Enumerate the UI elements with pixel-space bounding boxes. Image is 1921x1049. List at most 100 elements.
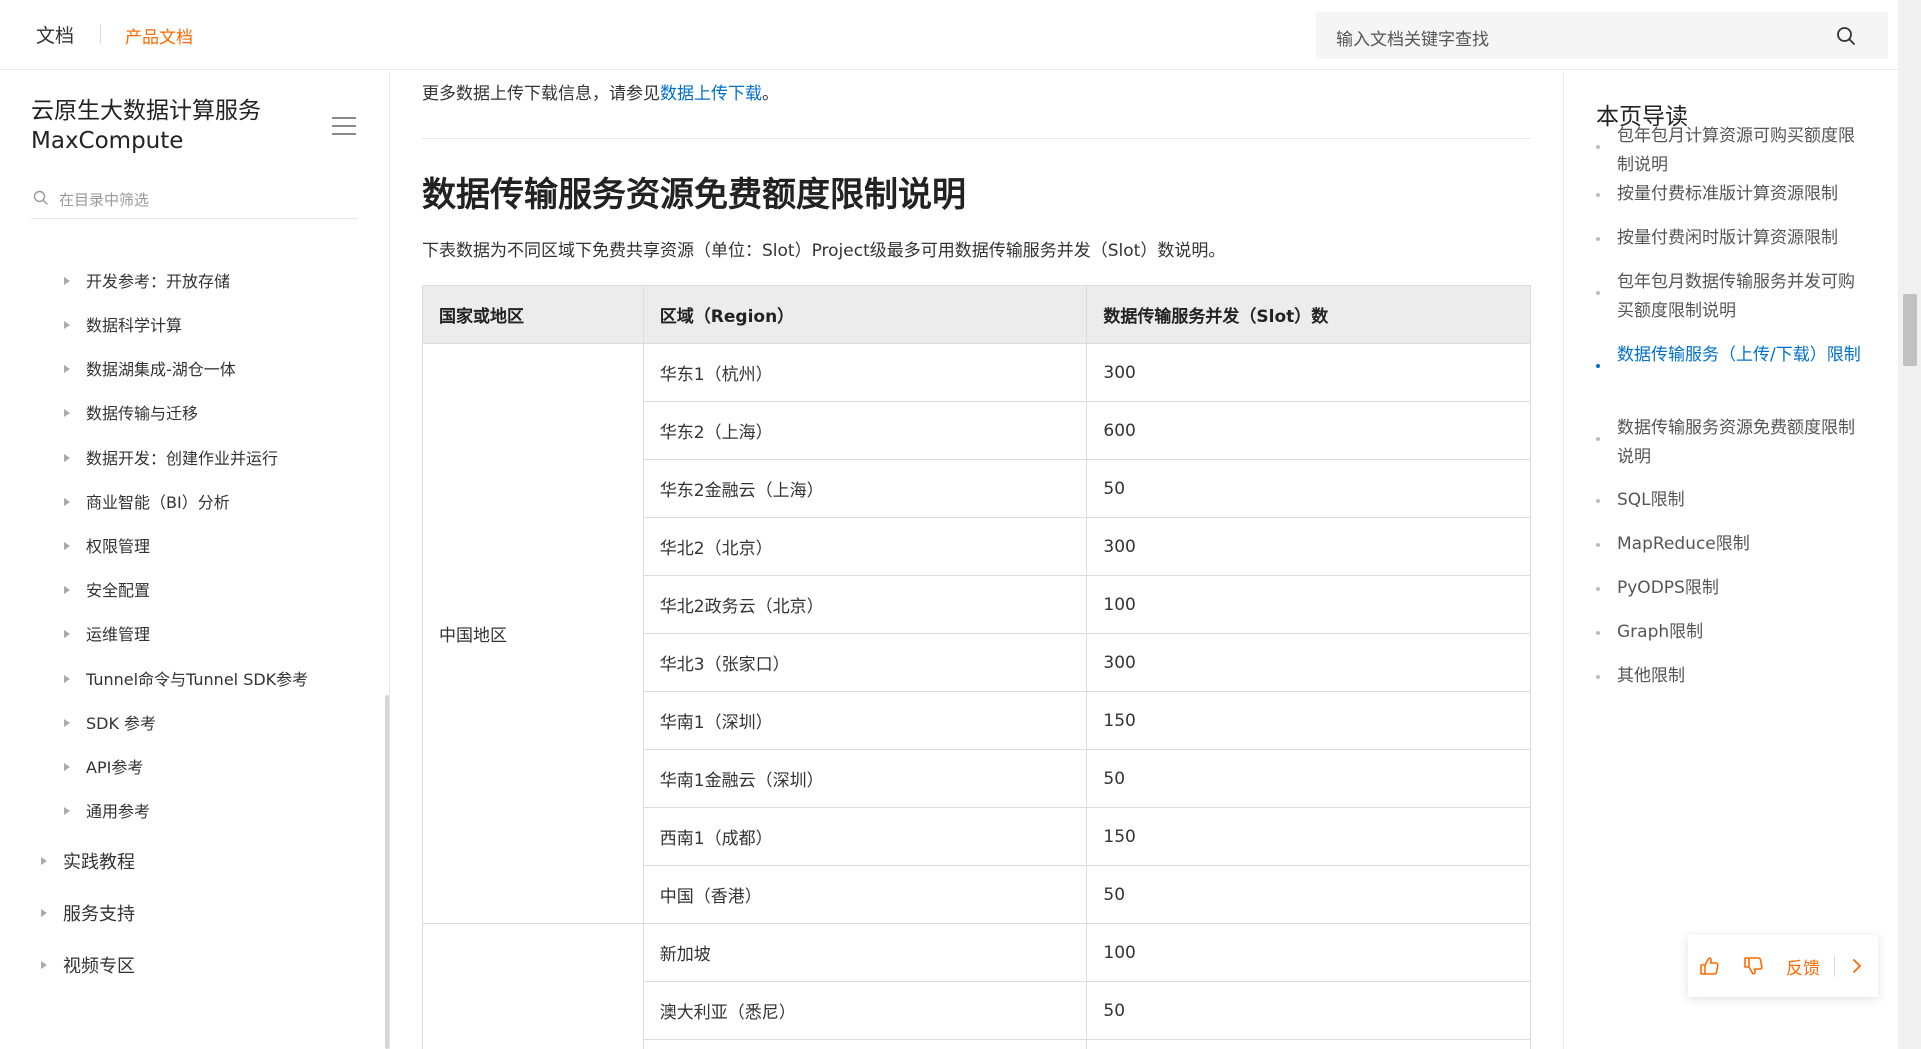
expand-arrow-icon (64, 718, 70, 727)
hamburger-menu-icon[interactable] (332, 117, 356, 137)
sidebar-item[interactable]: 数据传输与迁移 (64, 402, 198, 426)
expand-arrow-icon (64, 276, 70, 285)
sidebar-item[interactable]: 数据科学计算 (64, 314, 182, 338)
data-upload-download-link[interactable]: 数据上传下载 (660, 84, 762, 104)
country-cell (422, 923, 644, 1049)
bullet-dot-icon (1596, 543, 1600, 547)
country-cell: 中国地区 (422, 343, 644, 924)
sidebar-item[interactable]: 安全配置 (64, 579, 150, 603)
bullet-dot-icon (1596, 237, 1600, 241)
scrollbar-thumb[interactable] (1903, 294, 1917, 366)
slots-cell: 50 (1086, 865, 1531, 924)
page-scrollbar[interactable] (1898, 0, 1921, 1049)
table-row: 新加坡 100 (422, 923, 1531, 1049)
sidebar-item[interactable]: 运维管理 (64, 623, 150, 647)
expand-arrow-icon (64, 408, 70, 417)
toc-item-active[interactable]: 数据传输服务（上传/下载）限制 (1596, 341, 1867, 370)
expand-arrow-icon (64, 585, 70, 594)
sidebar-item[interactable]: 数据湖集成-湖仓一体 (64, 358, 236, 382)
toc-item[interactable]: SQL限制 (1596, 486, 1867, 515)
sidebar-item[interactable]: Tunnel命令与Tunnel SDK参考 (64, 668, 308, 692)
section-divider (422, 138, 1531, 139)
slots-cell: 150 (1086, 807, 1531, 866)
sidebar-item[interactable]: API参考 (64, 756, 143, 780)
region-cell (642, 1039, 1088, 1049)
search-input[interactable]: 输入文档关键字查找 (1336, 25, 1489, 50)
table-row: 中国地区 华东1（杭州） 300 (422, 343, 1531, 924)
region-cell: 华北2（北京） (642, 517, 1088, 576)
region-cell: 华北2政务云（北京） (642, 575, 1088, 634)
expand-arrow-icon (64, 629, 70, 638)
expand-arrow-icon (64, 364, 70, 373)
bullet-dot-icon (1596, 675, 1600, 679)
toc-item[interactable]: PyODPS限制 (1596, 574, 1867, 603)
catalog-filter[interactable]: 在目录中筛选 (31, 179, 358, 219)
bullet-dot-icon (1596, 587, 1600, 591)
page-toc: 本页导读 包年包月计算资源可购买额度限制说明 按量付费标准版计算资源限制 按量付… (1563, 71, 1898, 1049)
region-cell: 华南1（深圳） (642, 691, 1088, 750)
slots-cell: 300 (1086, 343, 1531, 402)
toc-item[interactable]: 按量付费标准版计算资源限制 (1596, 180, 1867, 209)
expand-arrow-icon (64, 320, 70, 329)
quota-table: 国家或地区 区域（Region） 数据传输服务并发（Slot）数 中国地区 华东… (422, 285, 1531, 1049)
docs-home-link[interactable]: 文档 (36, 21, 74, 48)
sidebar-item[interactable]: SDK 参考 (64, 712, 156, 736)
sidebar: 云原生大数据计算服务 MaxCompute 在目录中筛选 开发参考：开放存储 数… (0, 71, 390, 1049)
sidebar-item[interactable]: 开发参考：开放存储 (64, 270, 230, 294)
table-header-row: 国家或地区 区域（Region） 数据传输服务并发（Slot）数 (422, 285, 1531, 344)
thumbs-up-icon[interactable] (1698, 955, 1720, 977)
sidebar-item[interactable]: 权限管理 (64, 535, 150, 559)
slots-cell: 600 (1086, 401, 1531, 460)
search-icon (33, 190, 48, 205)
sidebar-item-top[interactable]: 实践教程 (41, 851, 135, 875)
sidebar-item[interactable]: 商业智能（BI）分析 (64, 491, 230, 515)
section-description: 下表数据为不同区域下免费共享资源（单位：Slot）Project级最多可用数据传… (422, 241, 1226, 261)
region-cell: 华南1金融云（深圳） (642, 749, 1088, 808)
expand-arrow-icon (64, 497, 70, 506)
column-header: 数据传输服务并发（Slot）数 (1086, 285, 1531, 344)
product-title: 云原生大数据计算服务 MaxCompute (31, 98, 261, 154)
product-docs-link[interactable]: 产品文档 (125, 23, 193, 48)
bullet-dot-icon (1596, 145, 1600, 149)
slots-cell: 150 (1086, 691, 1531, 750)
slots-cell: 300 (1086, 633, 1531, 692)
feedback-widget: 反馈 (1688, 935, 1878, 997)
toc-item[interactable]: 按量付费闲时版计算资源限制 (1596, 224, 1867, 253)
top-header: 文档 产品文档 输入文档关键字查找 (0, 0, 1898, 70)
bullet-dot-icon (1596, 193, 1600, 197)
toc-item[interactable]: 包年包月数据传输服务并发可购买额度限制说明 (1596, 268, 1867, 326)
region-cell: 中国（香港） (642, 865, 1088, 924)
sidebar-scrollbar[interactable] (385, 695, 389, 1049)
sidebar-item-top[interactable]: 服务支持 (41, 903, 135, 927)
column-header: 区域（Region） (642, 285, 1088, 344)
slots-cell: 100 (1086, 575, 1531, 634)
bullet-dot-icon (1596, 631, 1600, 635)
slots-cell: 50 (1086, 749, 1531, 808)
main-content: 更多数据上传下载信息，请参见数据上传下载。 数据传输服务资源免费额度限制说明 下… (391, 71, 1563, 1049)
toc-item[interactable]: Graph限制 (1596, 618, 1867, 647)
region-cell: 西南1（成都） (642, 807, 1088, 866)
thumbs-down-icon[interactable] (1742, 955, 1764, 977)
region-cell: 华东2金融云（上海） (642, 459, 1088, 518)
bullet-dot-icon (1596, 291, 1600, 295)
sidebar-item[interactable]: 通用参考 (64, 800, 150, 824)
catalog-filter-input[interactable]: 在目录中筛选 (59, 189, 149, 210)
sidebar-item[interactable]: 数据开发：创建作业并运行 (64, 447, 278, 471)
expand-arrow-icon (41, 857, 47, 865)
sidebar-item-top[interactable]: 视频专区 (41, 955, 135, 979)
search-box[interactable]: 输入文档关键字查找 (1316, 12, 1888, 59)
toc-item[interactable]: MapReduce限制 (1596, 530, 1867, 559)
toc-item[interactable]: 数据传输服务资源免费额度限制说明 (1596, 414, 1867, 472)
slots-cell: 50 (1086, 981, 1531, 1040)
chevron-right-icon[interactable] (1846, 955, 1868, 977)
expand-arrow-icon (64, 541, 70, 550)
expand-arrow-icon (64, 806, 70, 815)
toc-item[interactable]: 包年包月计算资源可购买额度限制说明 (1596, 122, 1867, 180)
slots-cell: 300 (1086, 517, 1531, 576)
slots-cell (1086, 1039, 1531, 1049)
search-icon[interactable] (1836, 26, 1856, 46)
toc-item[interactable]: 其他限制 (1596, 662, 1867, 691)
expand-arrow-icon (64, 674, 70, 683)
slots-cell: 100 (1086, 923, 1531, 982)
feedback-button[interactable]: 反馈 (1786, 954, 1820, 979)
